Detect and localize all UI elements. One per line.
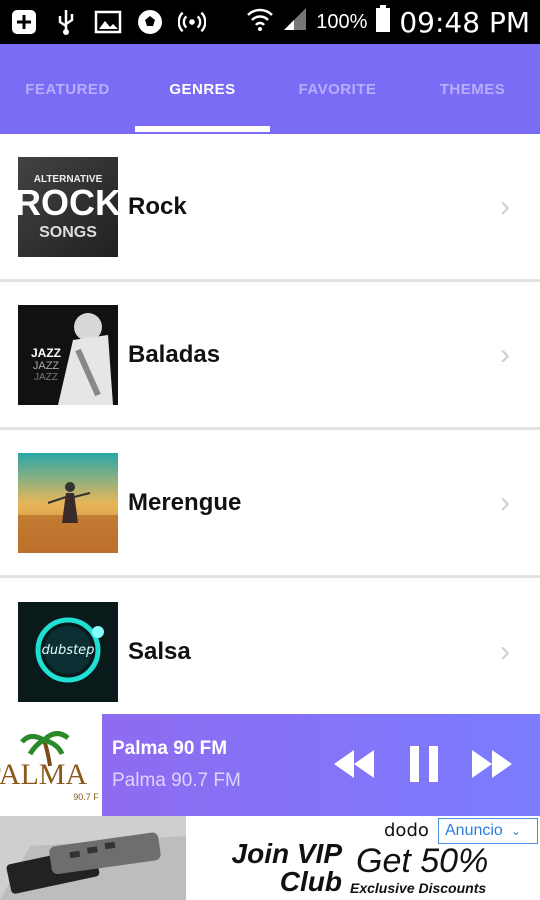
merengue-thumbnail: [18, 452, 118, 553]
genre-label: Baladas: [128, 340, 221, 368]
ad-tagline: Exclusive Discounts: [350, 880, 487, 896]
svg-text:JAZZ: JAZZ: [33, 360, 60, 372]
rewind-button[interactable]: [332, 744, 376, 784]
genre-row-rock[interactable]: ALTERNATIVE ROCK SONGS Rock ›: [0, 134, 540, 282]
broadcast-icon: [178, 8, 206, 36]
chevron-right-icon: ›: [500, 337, 510, 371]
tab-themes[interactable]: THEMES: [405, 44, 540, 134]
signal-icon: [282, 6, 308, 39]
station-logo-subtext: 90.7 F: [73, 792, 99, 802]
clock: 09:48 PM: [399, 5, 530, 39]
image-icon: [94, 8, 122, 36]
ad-banner[interactable]: dodo Anuncio ⌄ Join VIP Club Get 50% Exc…: [0, 816, 540, 900]
add-icon: [10, 8, 38, 36]
ad-brand-logo: dodo: [384, 820, 429, 841]
tab-genres[interactable]: GENRES: [135, 44, 270, 134]
genre-row-merengue[interactable]: Merengue ›: [0, 430, 540, 578]
salsa-thumbnail: dubstep: [18, 602, 118, 702]
chevron-right-icon: ›: [500, 189, 510, 223]
ad-label: Anuncio: [445, 822, 503, 839]
baladas-thumbnail: JAZZ JAZZ JAZZ: [18, 304, 118, 405]
chevron-right-icon: ›: [500, 485, 510, 519]
pause-button[interactable]: [402, 744, 446, 784]
genre-row-baladas[interactable]: JAZZ JAZZ JAZZ Baladas ›: [0, 282, 540, 430]
chevron-down-icon: ⌄: [510, 824, 521, 838]
station-subtitle: Palma 90.7 FM: [112, 770, 241, 791]
mini-player: PALMA 90.7 F Palma 90 FM Palma 90.7 FM: [0, 714, 540, 816]
rock-thumbnail: ALTERNATIVE ROCK SONGS: [18, 156, 118, 257]
genre-row-salsa[interactable]: dubstep Salsa ›: [0, 578, 540, 726]
chevron-right-icon: ›: [500, 635, 510, 668]
svg-text:SONGS: SONGS: [39, 224, 97, 241]
svg-text:JAZZ: JAZZ: [34, 372, 58, 383]
ad-image: [0, 816, 186, 900]
ad-offer: Get 50%: [356, 842, 489, 880]
wifi-icon: [246, 6, 274, 39]
station-title: Palma 90 FM: [112, 738, 228, 759]
ad-choice-button[interactable]: Anuncio ⌄: [438, 818, 538, 844]
genre-label: Rock: [128, 192, 187, 220]
ad-headline: Join VIP Club: [231, 838, 342, 897]
player-bar[interactable]: Palma 90 FM Palma 90.7 FM: [102, 714, 540, 816]
rewind-icon: [334, 750, 374, 778]
genre-label: Merengue: [128, 488, 242, 516]
tab-bar: FEATURED GENRES FAVORITE THEMES: [0, 44, 540, 134]
pause-icon: [410, 746, 438, 782]
tab-featured[interactable]: FEATURED: [0, 44, 135, 134]
usb-icon: [52, 8, 80, 36]
fast-forward-icon: [472, 750, 512, 778]
station-logo[interactable]: PALMA 90.7 F: [0, 714, 102, 816]
fast-forward-button[interactable]: [470, 744, 514, 784]
genre-label: Salsa: [128, 638, 191, 665]
genre-list: ALTERNATIVE ROCK SONGS Rock › JAZZ JAZZ …: [0, 134, 540, 726]
svg-text:dubstep: dubstep: [42, 643, 95, 658]
battery-percent: 100%: [316, 10, 368, 33]
tab-favorite[interactable]: FAVORITE: [270, 44, 405, 134]
status-bar: 100% 09:48 PM: [0, 0, 540, 44]
svg-text:JAZZ: JAZZ: [31, 346, 61, 360]
svg-text:ROCK: ROCK: [18, 182, 118, 223]
soccer-ball-icon: [136, 8, 164, 36]
station-logo-text: PALMA: [0, 758, 87, 791]
battery-icon: [375, 4, 391, 40]
